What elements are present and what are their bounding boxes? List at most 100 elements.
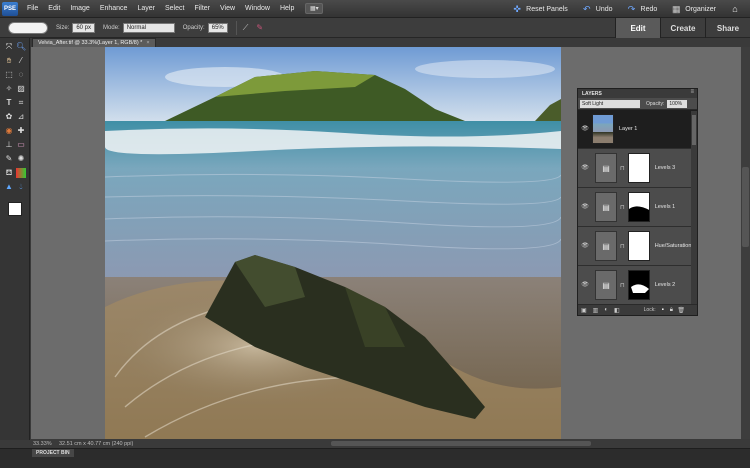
undo-icon: ↶ (583, 4, 591, 14)
new-group-icon[interactable]: ▥ (593, 307, 599, 314)
move-tool-icon[interactable]: ⤧ (4, 42, 14, 52)
tab-edit[interactable]: Edit (615, 18, 660, 38)
lasso-tool-icon[interactable]: ◌ (16, 70, 26, 80)
mode-select[interactable]: Normal (122, 22, 175, 33)
eye-icon[interactable]: 👁︎ (581, 125, 589, 133)
layer-mask-thumbnail (627, 153, 650, 183)
mask-shape (628, 206, 649, 221)
marquee-tool-icon[interactable]: ⬚ (4, 70, 14, 80)
lock-pixels-icon[interactable]: ▪ (662, 307, 664, 313)
menu-enhance[interactable]: Enhance (95, 5, 133, 12)
menu-view[interactable]: View (215, 5, 240, 12)
panel-menu-icon[interactable]: ≡ (690, 89, 694, 95)
healing-brush-tool-icon[interactable]: ✚ (16, 126, 26, 136)
airbrush-icon[interactable]: ⟋ (243, 23, 249, 33)
brush-tool-icon[interactable]: ✎ (4, 154, 14, 164)
eye-icon[interactable]: 👁︎ (581, 281, 589, 289)
adjustment-layer-button-icon[interactable]: ◐ (604, 307, 608, 313)
reset-panels-button[interactable]: ✜ Reset Panels (512, 4, 568, 14)
mask-shape (630, 284, 649, 293)
redo-button[interactable]: ↷ Redo (627, 4, 658, 14)
layer-row[interactable]: 👁︎ ▤ ⊓ Levels 3 (578, 149, 697, 188)
layer-row[interactable]: 👁︎ Layer 1 (578, 110, 697, 149)
menu-file[interactable]: File (22, 5, 43, 12)
size-input[interactable]: 60 px (72, 22, 96, 33)
document-tab[interactable]: Velvia_After.tif @ 33.3%(Layer 1, RGB/8)… (32, 38, 156, 47)
home-icon: ⌂ (732, 4, 738, 14)
menu-select[interactable]: Select (160, 5, 189, 12)
adjustment-layer-icon: ▤ (595, 192, 617, 222)
zoom-level[interactable]: 33.33% (31, 441, 53, 447)
opacity-input[interactable]: 65% (207, 22, 228, 33)
tablet-options-icon[interactable]: ✎ (256, 23, 263, 32)
clip-icon: ⊓ (620, 243, 625, 250)
top-right-controls: ✜ Reset Panels ↶ Undo ↷ Redo ▦ Organizer ⌂ (498, 0, 744, 18)
home-button[interactable]: ⌂ (730, 4, 744, 14)
redo-label: Redo (640, 5, 658, 13)
crop-tool-icon[interactable]: ⌗ (16, 98, 26, 108)
clone-stamp-tool-icon[interactable]: ⊥ (4, 140, 14, 150)
close-icon[interactable]: × (146, 40, 149, 46)
size-field: Size: 60 px (56, 22, 96, 33)
document-tab-title: Velvia_After.tif @ 33.3%(Layer 1, RGB/8)… (38, 40, 143, 46)
cookie-cutter-tool-icon[interactable]: ✿ (4, 112, 14, 122)
layer-mask-icon[interactable]: ◧ (614, 307, 620, 314)
layers-panel-header[interactable]: LAYERS ≡ (578, 89, 697, 98)
brush-preset-picker[interactable] (8, 21, 48, 34)
new-layer-icon[interactable]: ▣ (581, 307, 587, 314)
red-eye-tool-icon[interactable]: ◉ (4, 126, 14, 136)
size-label: Size: (56, 24, 70, 31)
paint-bucket-tool-icon[interactable]: ⛾ (4, 168, 14, 178)
tab-create[interactable]: Create (660, 18, 705, 38)
adjustment-layer-icon: ▤ (595, 153, 617, 183)
eye-icon[interactable]: 👁︎ (581, 242, 589, 250)
layers-scrollbar-thumb[interactable] (692, 115, 696, 145)
horizontal-scrollbar[interactable] (331, 441, 591, 446)
menu-edit[interactable]: Edit (43, 5, 65, 12)
organizer-button[interactable]: ▦ Organizer (671, 4, 716, 14)
arrange-documents-button[interactable]: ▦▾ (305, 3, 324, 14)
selection-brush-tool-icon[interactable]: ▨ (16, 84, 26, 94)
undo-button[interactable]: ↶ Undo (582, 4, 613, 14)
clip-icon: ⊓ (620, 204, 625, 211)
zoom-tool-icon[interactable]: 🔍︎ (16, 42, 26, 52)
menu-layer[interactable]: Layer (132, 5, 160, 12)
layer-row[interactable]: 👁︎ ▤ ⊓ Levels 2 (578, 266, 697, 305)
vertical-scrollbar-thumb[interactable] (742, 167, 749, 247)
menu-filter[interactable]: Filter (189, 5, 215, 12)
layer-row[interactable]: 👁︎ ▤ ⊓ Levels 1 (578, 188, 697, 227)
layers-scrollbar[interactable] (691, 111, 697, 307)
eyedropper-tool-icon[interactable]: ⁄ (16, 56, 26, 66)
layers-controls: Soft Light Opacity: 100% (578, 98, 697, 110)
hand-tool-icon[interactable]: ✋︎ (4, 56, 14, 66)
magic-wand-tool-icon[interactable]: ✧ (4, 84, 14, 94)
eye-icon[interactable]: 👁︎ (581, 203, 589, 211)
type-tool-icon[interactable]: T (4, 98, 14, 108)
eye-icon[interactable]: 👁︎ (581, 164, 589, 172)
menu-window[interactable]: Window (240, 5, 275, 12)
document-image[interactable] (105, 47, 561, 439)
layer-name: Hue/Saturation 1 (654, 243, 696, 249)
organizer-icon: ▦ (672, 4, 681, 14)
menu-help[interactable]: Help (275, 5, 299, 12)
reset-panels-label: Reset Panels (526, 5, 568, 13)
organizer-label: Organizer (685, 5, 716, 13)
layer-opacity-input[interactable]: 100% (667, 99, 688, 108)
smart-brush-tool-icon[interactable]: ✺ (16, 154, 26, 164)
tab-share[interactable]: Share (705, 18, 750, 38)
vertical-scrollbar[interactable] (741, 47, 750, 439)
lock-all-icon[interactable]: 🔒︎ (670, 307, 673, 314)
layer-row[interactable]: 👁︎ ▤ ⊓ Hue/Saturation 1 (578, 227, 697, 266)
blend-mode-select[interactable]: Soft Light (580, 99, 640, 108)
menu-image[interactable]: Image (65, 5, 94, 12)
foreground-color-swatch[interactable] (8, 202, 22, 216)
project-bin-tab[interactable]: PROJECT BIN (32, 449, 74, 457)
blur-tool-icon[interactable]: 💧︎ (16, 182, 26, 192)
trash-icon[interactable]: 🗑︎ (677, 307, 685, 314)
gradient-tool-icon[interactable] (16, 168, 26, 178)
opacity-label: Opacity: (182, 24, 205, 31)
adjustment-layer-icon: ▤ (595, 231, 617, 261)
eraser-tool-icon[interactable]: ▭ (16, 140, 26, 150)
straighten-tool-icon[interactable]: ⊿ (16, 112, 26, 122)
sponge-tool-icon[interactable] (4, 190, 14, 200)
